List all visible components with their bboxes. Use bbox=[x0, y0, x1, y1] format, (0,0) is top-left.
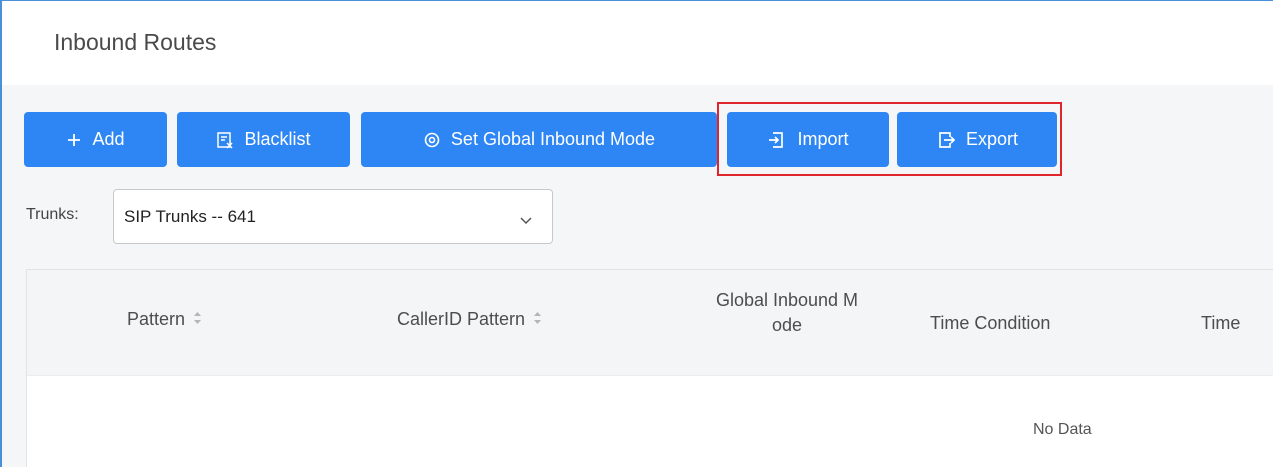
page-header: Inbound Routes bbox=[2, 1, 1273, 85]
column-header-pattern[interactable]: Pattern bbox=[127, 309, 202, 330]
routes-table: Pattern CallerID Pattern Global Inbound … bbox=[26, 269, 1273, 467]
column-header-callerid-pattern[interactable]: CallerID Pattern bbox=[397, 309, 542, 330]
add-button-label: Add bbox=[92, 129, 125, 149]
set-global-inbound-mode-label: Set Global Inbound Mode bbox=[450, 129, 656, 149]
chevron-down-icon bbox=[520, 212, 532, 230]
empty-state-text: No Data bbox=[1033, 421, 1092, 438]
column-label-line2: ode bbox=[771, 315, 803, 335]
column-header-global-inbound-mode: Global Inbound M ode bbox=[675, 290, 899, 336]
column-label: Time Condition bbox=[930, 313, 1051, 333]
blacklist-icon bbox=[216, 131, 234, 149]
column-label: Time bbox=[1201, 313, 1241, 333]
add-button[interactable]: Add bbox=[24, 112, 167, 167]
column-header-time-condition: Time Condition bbox=[930, 313, 1050, 334]
gear-icon bbox=[423, 131, 441, 149]
blacklist-button-label: Blacklist bbox=[244, 129, 311, 149]
column-label: CallerID Pattern bbox=[397, 309, 526, 329]
trunks-select[interactable]: SIP Trunks -- 641 bbox=[113, 189, 553, 244]
sort-icon[interactable] bbox=[533, 309, 542, 330]
plus-icon bbox=[66, 132, 82, 148]
blacklist-button[interactable]: Blacklist bbox=[177, 112, 350, 167]
set-global-inbound-mode-button[interactable]: Set Global Inbound Mode bbox=[361, 112, 717, 167]
table-header: Pattern CallerID Pattern Global Inbound … bbox=[27, 270, 1273, 376]
sort-icon[interactable] bbox=[193, 309, 202, 330]
column-header-time: Time bbox=[1201, 313, 1240, 334]
highlight-box bbox=[717, 102, 1062, 176]
column-label-line1: Global Inbound M bbox=[715, 290, 859, 310]
column-label: Pattern bbox=[127, 309, 186, 329]
page-title: Inbound Routes bbox=[54, 29, 217, 55]
trunks-select-value: SIP Trunks -- 641 bbox=[124, 207, 256, 226]
trunks-label: Trunks: bbox=[26, 206, 79, 223]
